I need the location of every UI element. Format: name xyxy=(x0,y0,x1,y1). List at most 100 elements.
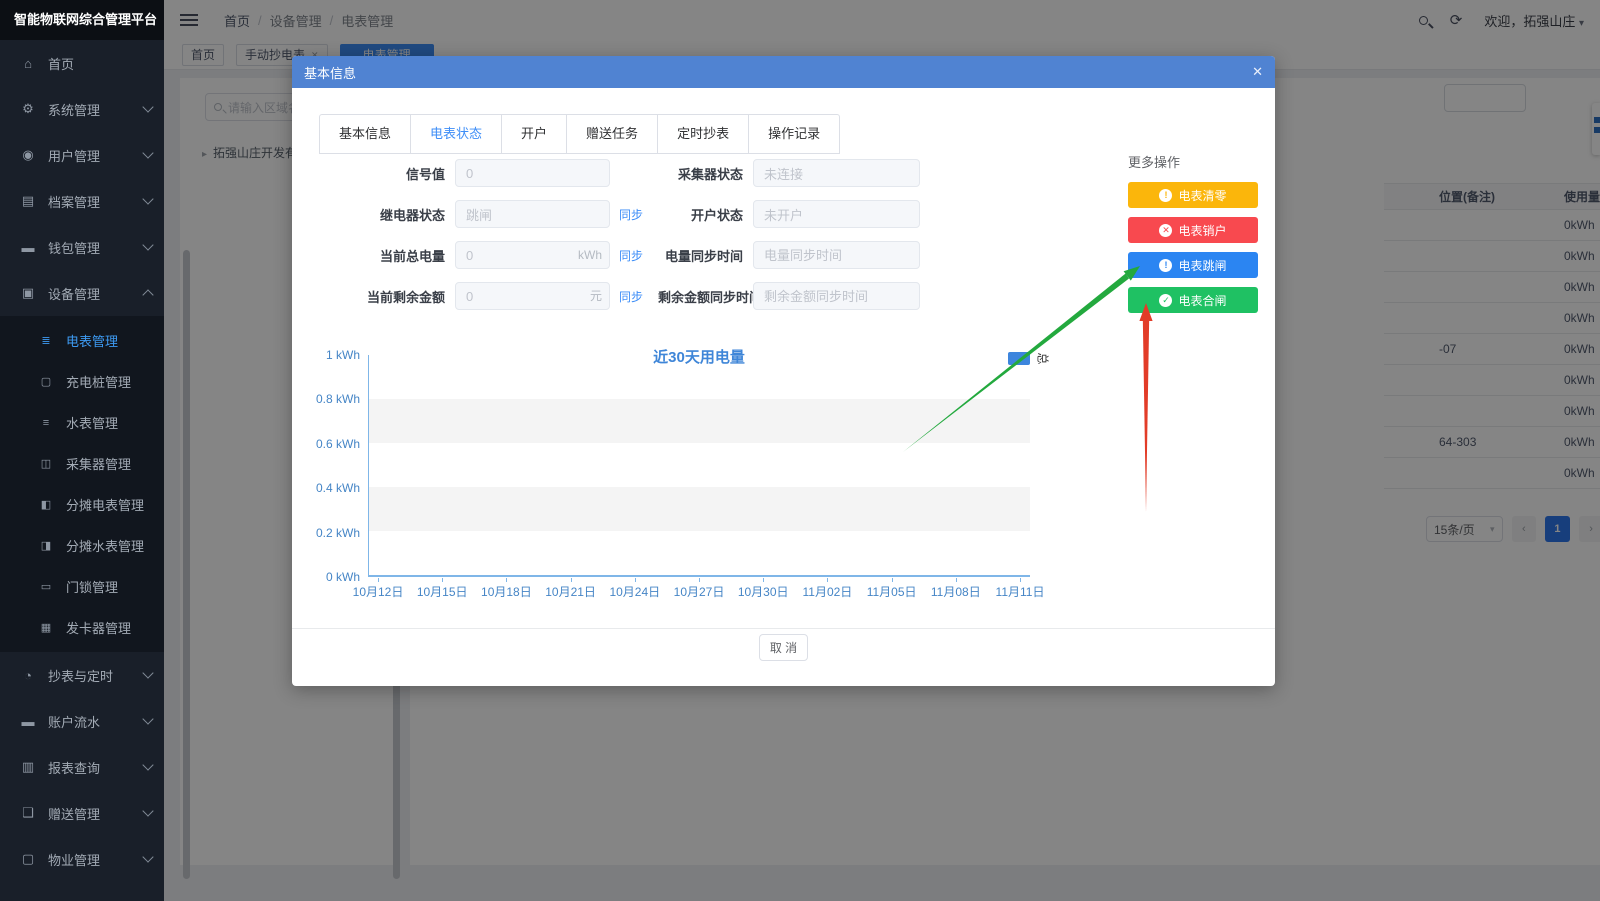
input-采集器状态[interactable] xyxy=(753,159,920,187)
sync-link[interactable]: 同步 xyxy=(610,288,658,305)
sidebar-item-water-meter[interactable]: ≡水表管理 xyxy=(0,402,164,443)
sidebar-item-archive[interactable]: ▤档案管理 xyxy=(0,178,164,224)
field-label: 电量同步时间 xyxy=(658,246,753,265)
chart-plot-area xyxy=(368,355,1030,577)
sidebar-item-property[interactable]: ▢ 物业管理 xyxy=(0,836,164,882)
x-axis-tick xyxy=(827,578,828,582)
input-信号值[interactable] xyxy=(455,159,610,187)
sidebar-item-collector[interactable]: ◫采集器管理 xyxy=(0,443,164,484)
sidebar-item-dashboard[interactable]: ⌂首页 xyxy=(0,40,164,86)
input-剩余金额同步时间[interactable] xyxy=(753,282,920,310)
tab-电表状态[interactable]: 电表状态 xyxy=(411,115,502,153)
meter-status-form: 信号值采集器状态继电器状态同步开户状态当前总电量kWh同步电量同步时间当前剩余金… xyxy=(292,159,1062,323)
sidebar-item-label: 物业管理 xyxy=(48,850,144,869)
y-axis-label: 0 kWh xyxy=(300,570,360,584)
tab-赠送任务[interactable]: 赠送任务 xyxy=(567,115,658,153)
sidebar-item-meter-reading-timer[interactable]: ◔抄表与定时 xyxy=(0,652,164,698)
input-继电器状态[interactable] xyxy=(455,200,610,228)
chart-band xyxy=(369,355,1030,399)
chart-band xyxy=(369,399,1030,443)
op-button-电表跳闸[interactable]: ! 电表跳闸 xyxy=(1128,252,1258,278)
field-信号值 xyxy=(455,159,610,187)
sync-link[interactable]: 同步 xyxy=(610,247,658,264)
field-label: 剩余金额同步时间 xyxy=(658,287,753,306)
shared-electric-meter-icon: ◧ xyxy=(38,498,54,511)
chevron-down-icon xyxy=(142,147,153,158)
field-采集器状态 xyxy=(753,159,920,187)
chart-legend[interactable]: 总 xyxy=(1008,350,1049,367)
form-row: 继电器状态同步开户状态 xyxy=(292,200,1062,228)
info-icon: ! xyxy=(1159,259,1172,272)
sidebar-item-label: 分摊水表管理 xyxy=(66,536,152,555)
form-row: 当前总电量kWh同步电量同步时间 xyxy=(292,241,1062,269)
sidebar-item-gift[interactable]: ❑赠送管理 xyxy=(0,790,164,836)
sidebar-item-charging-pile[interactable]: ▢充电桩管理 xyxy=(0,361,164,402)
op-button-电表合闸[interactable]: ✓ 电表合闸 xyxy=(1128,287,1258,313)
tab-基本信息[interactable]: 基本信息 xyxy=(320,115,411,153)
x-axis-tick xyxy=(763,578,764,582)
cancel-button[interactable]: 取 消 xyxy=(759,634,808,661)
app-logo: 智能物联网综合管理平台 xyxy=(0,0,164,40)
tab-定时抄表[interactable]: 定时抄表 xyxy=(658,115,749,153)
tab-操作记录[interactable]: 操作记录 xyxy=(749,115,839,153)
info-icon: ! xyxy=(1159,189,1172,202)
sidebar-item-electric-meter[interactable]: ≣电表管理 xyxy=(0,320,164,361)
property-icon: ▢ xyxy=(20,851,36,867)
unit-suffix: 元 xyxy=(590,282,602,310)
sidebar-item-label: 首页 xyxy=(48,54,152,73)
op-button-label: 电表合闸 xyxy=(1178,292,1226,309)
y-axis-label: 1 kWh xyxy=(300,348,360,362)
field-label: 当前总电量 xyxy=(292,246,455,265)
op-button-电表销户[interactable]: ✕电表销户 xyxy=(1128,217,1258,243)
sidebar-item-door-lock[interactable]: ▭门锁管理 xyxy=(0,566,164,607)
y-axis-label: 0.8 kWh xyxy=(300,392,360,406)
y-axis-label: 0.4 kWh xyxy=(300,481,360,495)
op-button-电表清零[interactable]: !电表清零 xyxy=(1128,182,1258,208)
legend-swatch xyxy=(1008,352,1030,365)
chevron-down-icon xyxy=(142,239,153,250)
input-当前剩余金额[interactable] xyxy=(455,282,610,310)
tab-开户[interactable]: 开户 xyxy=(502,115,567,153)
sidebar-item-label: 报表查询 xyxy=(48,758,144,777)
x-axis-label: 10月27日 xyxy=(667,583,731,600)
x-axis-tick xyxy=(1020,578,1021,582)
dialog-tabs: 基本信息电表状态开户赠送任务定时抄表操作记录 xyxy=(319,114,840,154)
y-axis-label: 0.2 kWh xyxy=(300,526,360,540)
field-剩余金额同步时间 xyxy=(753,282,920,310)
chevron-down-icon xyxy=(142,805,153,816)
shared-water-meter-icon: ◨ xyxy=(38,539,54,552)
sidebar-item-device[interactable]: ▣设备管理 xyxy=(0,270,164,316)
input-电量同步时间[interactable] xyxy=(753,241,920,269)
op-button-label: 电表跳闸 xyxy=(1178,257,1226,274)
archive-icon: ▤ xyxy=(20,193,36,209)
sidebar-item-account-flow[interactable]: ▬账户流水 xyxy=(0,698,164,744)
close-icon[interactable]: ✕ xyxy=(1252,64,1263,80)
field-当前总电量: kWh xyxy=(455,241,610,269)
sidebar: 智能物联网综合管理平台 ⌂首页⚙系统管理◉用户管理▤档案管理▬钱包管理▣设备管理… xyxy=(0,0,164,901)
sidebar-item-gear[interactable]: ⚙系统管理 xyxy=(0,86,164,132)
chevron-down-icon xyxy=(142,851,153,862)
x-axis-label: 10月12日 xyxy=(346,583,410,600)
sync-link[interactable]: 同步 xyxy=(610,206,658,223)
x-axis-label: 11月11日 xyxy=(988,583,1052,600)
sidebar-item-user[interactable]: ◉用户管理 xyxy=(0,132,164,178)
legend-label: 总 xyxy=(1035,352,1052,364)
sidebar-item-wallet[interactable]: ▬钱包管理 xyxy=(0,224,164,270)
sidebar-item-card-issuer[interactable]: ▦发卡器管理 xyxy=(0,607,164,648)
x-axis-label: 10月30日 xyxy=(731,583,795,600)
more-operations: 更多操作 !电表清零✕电表销户!电表跳闸✓电表合闸 xyxy=(1128,152,1258,322)
sidebar-item-label: 门锁管理 xyxy=(66,577,152,596)
input-开户状态[interactable] xyxy=(753,200,920,228)
field-label: 开户状态 xyxy=(658,205,753,224)
sidebar-item-report-query[interactable]: ▥报表查询 xyxy=(0,744,164,790)
meter-reading-timer-icon: ◔ xyxy=(20,668,36,683)
x-axis-label: 10月21日 xyxy=(539,583,603,600)
field-label: 当前剩余金额 xyxy=(292,287,455,306)
sidebar-item-label: 钱包管理 xyxy=(48,238,144,257)
sidebar-item-shared-electric-meter[interactable]: ◧分摊电表管理 xyxy=(0,484,164,525)
sidebar-item-label: 用户管理 xyxy=(48,146,144,165)
y-axis-label: 0.6 kWh xyxy=(300,437,360,451)
chart-band xyxy=(369,531,1030,575)
check-icon: ✓ xyxy=(1159,294,1172,307)
sidebar-item-shared-water-meter[interactable]: ◨ 分摊水表管理 xyxy=(0,525,164,566)
